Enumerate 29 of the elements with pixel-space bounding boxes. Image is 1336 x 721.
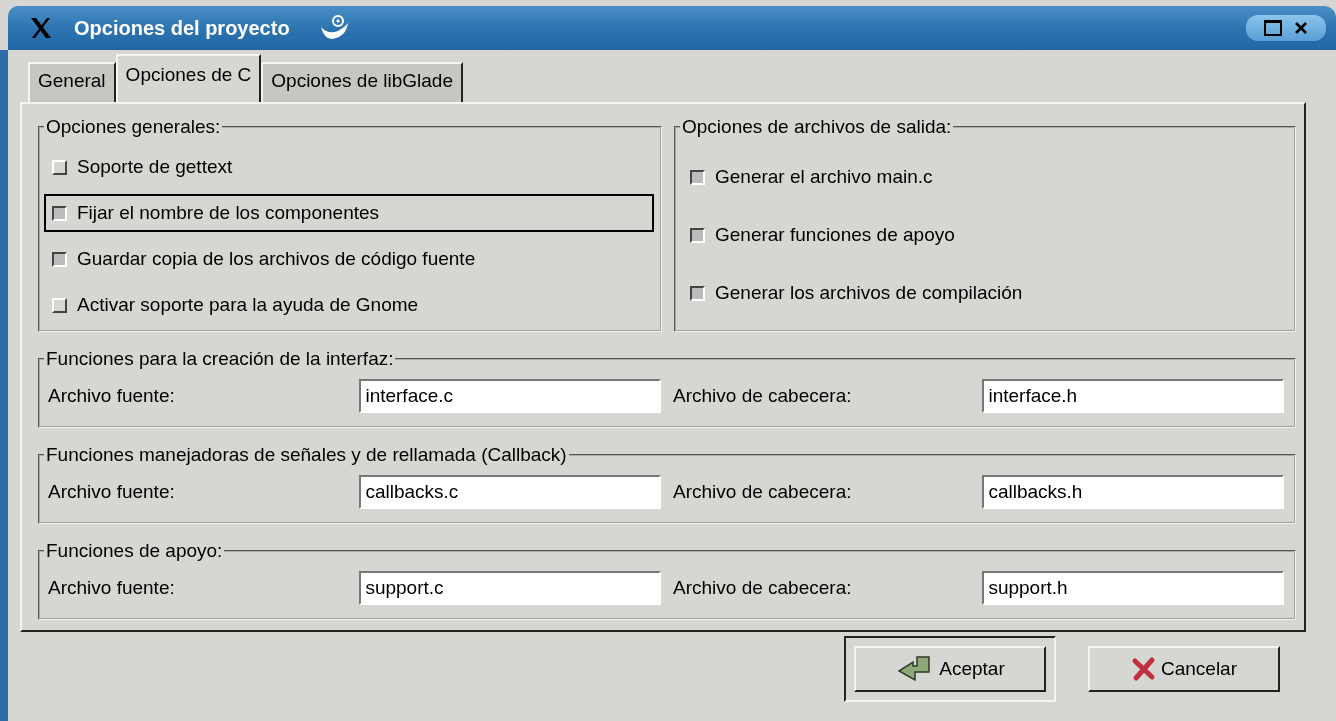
field-label: Archivo fuente:: [48, 481, 176, 503]
checkbox[interactable]: Fijar el nombre de los componentes: [44, 194, 654, 232]
field-label: Archivo fuente:: [48, 385, 176, 407]
checkbox[interactable]: Generar los archivos de compilación: [682, 274, 1288, 312]
cross-icon: [1130, 656, 1157, 682]
maximize-icon[interactable]: [1264, 20, 1282, 36]
input-field[interactable]: interface.h: [982, 379, 1284, 413]
window-title: Opciones del proyecto: [74, 16, 291, 40]
field-label: Archivo de cabecera:: [673, 577, 853, 599]
tab[interactable]: Opciones de libGlade: [261, 62, 463, 102]
checkbox[interactable]: Activar soporte para la ayuda de Gnome: [44, 286, 654, 324]
input-field[interactable]: support.c: [359, 571, 661, 605]
cancel-button[interactable]: Cancelar: [1088, 646, 1280, 692]
input-field[interactable]: callbacks.c: [359, 475, 661, 509]
close-icon[interactable]: [1294, 21, 1308, 35]
input-field[interactable]: callbacks.h: [982, 475, 1284, 509]
field-label: Archivo fuente:: [48, 577, 176, 599]
checkbox[interactable]: Generar funciones de apoyo: [682, 216, 1288, 254]
field-label: Archivo de cabecera:: [673, 385, 853, 407]
input-field[interactable]: support.h: [982, 571, 1284, 605]
checkbox[interactable]: Guardar copia de los archivos de código fuente: [44, 240, 654, 278]
accept-button[interactable]: Aceptar: [854, 646, 1046, 692]
checkbox[interactable]: Soporte de gettext: [44, 148, 654, 186]
tab[interactable]: General: [28, 62, 116, 102]
x-logo-icon: [28, 16, 54, 40]
input-field[interactable]: interface.c: [359, 379, 661, 413]
checkbox[interactable]: Generar el archivo main.c: [682, 158, 1288, 196]
field-label: Archivo de cabecera:: [673, 481, 853, 503]
tab[interactable]: Opciones de C: [115, 54, 262, 102]
